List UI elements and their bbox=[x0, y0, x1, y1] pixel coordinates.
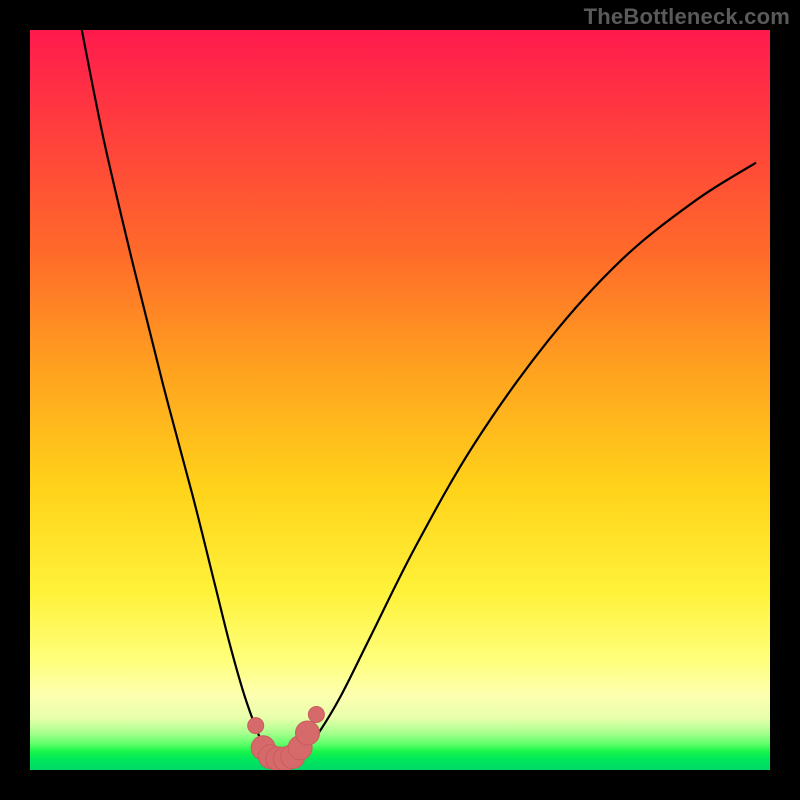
watermark-text: TheBottleneck.com bbox=[584, 4, 790, 30]
plot-area bbox=[30, 30, 770, 770]
highlight-dot bbox=[296, 721, 320, 745]
highlight-dot bbox=[308, 707, 324, 723]
highlight-dots-group bbox=[248, 707, 325, 771]
highlight-dot bbox=[248, 718, 264, 734]
chart-frame: TheBottleneck.com bbox=[0, 0, 800, 800]
chart-svg bbox=[30, 30, 770, 770]
bottleneck-curve bbox=[82, 30, 755, 759]
